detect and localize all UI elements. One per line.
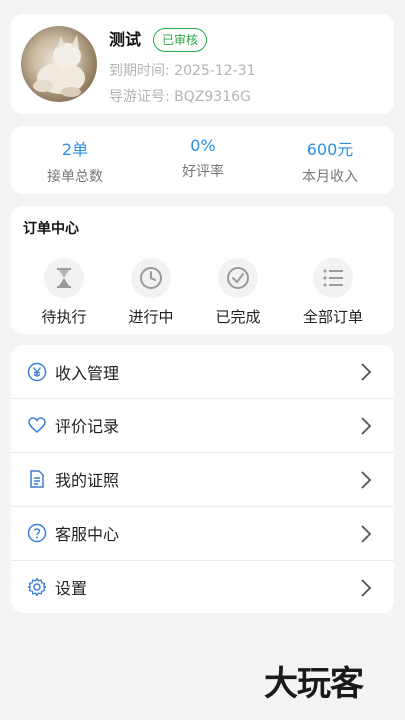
- menu-label: 评价记录: [55, 417, 120, 436]
- order-label: 全部订单: [302, 308, 363, 326]
- order-pending-button[interactable]: 待执行: [19, 258, 109, 327]
- help-icon: [27, 523, 47, 543]
- menu-item-income[interactable]: 收入管理: [11, 345, 394, 398]
- menu-label: 客服中心: [55, 525, 120, 544]
- order-center-card: 订单中心 待执行 进行中 已完成 全部订单: [11, 206, 394, 334]
- stat-label: 好评率: [182, 164, 224, 180]
- order-label: 已完成: [215, 308, 261, 326]
- stat-label: 本月收入: [302, 169, 358, 185]
- chevron-right-icon: [361, 579, 372, 597]
- stat-good-rate[interactable]: 0% 好评率: [139, 136, 267, 181]
- order-completed-button[interactable]: 已完成: [193, 258, 283, 327]
- profile-card: 测试 已审核 到期时间: 2025-12-31 导游证号: BQZ9316G: [11, 14, 394, 114]
- order-label: 待执行: [41, 308, 87, 326]
- document-icon: [27, 469, 47, 489]
- hourglass-icon: [44, 258, 84, 298]
- check-circle-icon: [218, 258, 258, 298]
- menu-label: 我的证照: [55, 471, 120, 490]
- stat-value: 0%: [190, 136, 216, 155]
- status-badge: 已审核: [153, 28, 208, 52]
- menu-item-settings[interactable]: 设置: [11, 560, 394, 613]
- menu-label: 设置: [55, 579, 88, 598]
- stat-value: 2单: [61, 140, 89, 159]
- menu-card: 收入管理 评价记录 我的证照 客服中心 设置: [11, 345, 394, 613]
- heart-icon: [27, 415, 47, 435]
- chevron-right-icon: [361, 417, 372, 435]
- expire-date: 到期时间: 2025-12-31: [109, 63, 256, 79]
- cat-photo: [33, 35, 85, 97]
- brand-logo: 大玩客: [264, 664, 364, 704]
- menu-item-licenses[interactable]: 我的证照: [11, 452, 394, 505]
- menu-item-reviews[interactable]: 评价记录: [11, 398, 394, 451]
- chevron-right-icon: [361, 363, 372, 381]
- order-label: 进行中: [128, 308, 174, 326]
- stats-card: 2单 接单总数 0% 好评率 600元 本月收入: [11, 126, 394, 194]
- order-all-button[interactable]: 全部订单: [288, 258, 378, 327]
- avatar[interactable]: [21, 26, 97, 102]
- order-inprogress-button[interactable]: 进行中: [106, 258, 196, 327]
- user-name: 测试: [109, 30, 142, 49]
- menu-label: 收入管理: [55, 363, 120, 383]
- yen-icon: [27, 362, 47, 382]
- clock-icon: [131, 258, 171, 298]
- list-icon: [313, 258, 353, 298]
- stat-monthly-income[interactable]: 600元 本月收入: [266, 136, 394, 186]
- stat-total-orders[interactable]: 2单 接单总数: [11, 136, 139, 186]
- stat-label: 接单总数: [47, 169, 103, 185]
- order-center-title: 订单中心: [23, 221, 79, 237]
- stat-value: 600元: [306, 140, 354, 159]
- license-number: 导游证号: BQZ9316G: [109, 89, 251, 105]
- chevron-right-icon: [361, 525, 372, 543]
- menu-item-support[interactable]: 客服中心: [11, 506, 394, 559]
- gear-icon: [27, 577, 47, 597]
- chevron-right-icon: [361, 471, 372, 489]
